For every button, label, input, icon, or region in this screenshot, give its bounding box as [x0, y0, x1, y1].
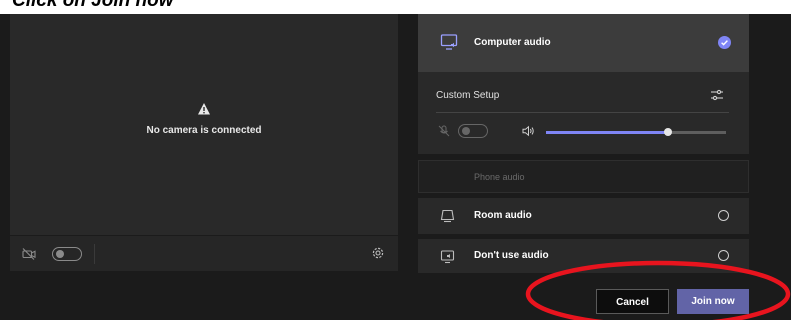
- computer-audio-label: Computer audio: [474, 37, 551, 48]
- camera-off-icon: [22, 248, 36, 260]
- speaker-icon: [522, 125, 534, 137]
- warning-icon: [198, 103, 210, 115]
- join-now-button[interactable]: Join now: [677, 289, 749, 314]
- instruction-strip: Click on Join now: [0, 0, 791, 14]
- mic-off-icon: [438, 125, 450, 137]
- room-audio-icon: [440, 209, 455, 223]
- divider: [436, 112, 729, 113]
- instruction-text: Click on Join now: [12, 0, 174, 11]
- custom-setup-label: Custom Setup: [436, 90, 500, 101]
- cancel-button[interactable]: Cancel: [596, 289, 669, 314]
- room-audio-label: Room audio: [474, 210, 532, 221]
- dont-use-audio-option[interactable]: Don't use audio: [418, 239, 749, 273]
- dont-use-audio-label: Don't use audio: [474, 250, 549, 261]
- monitor-speaker-icon: [440, 34, 458, 50]
- phone-audio-option: Phone audio: [418, 160, 749, 193]
- no-audio-icon: [440, 250, 455, 264]
- room-audio-option[interactable]: Room audio: [418, 198, 749, 234]
- camera-toggle[interactable]: [52, 247, 82, 261]
- mic-toggle[interactable]: [458, 124, 488, 138]
- room-audio-radio[interactable]: [718, 210, 729, 221]
- speaker-volume-slider[interactable]: [546, 128, 726, 136]
- video-controls-bar: [10, 236, 398, 271]
- gear-icon[interactable]: [371, 246, 385, 260]
- check-circle-icon: [718, 36, 731, 49]
- divider: [94, 244, 95, 264]
- phone-audio-label: Phone audio: [474, 172, 525, 182]
- video-preview: No camera is connected: [10, 14, 398, 235]
- volume-knob[interactable]: [664, 128, 673, 136]
- custom-setup-section: Custom Setup: [418, 72, 749, 154]
- no-camera-message: No camera is connected: [10, 102, 398, 138]
- dont-use-audio-radio[interactable]: [718, 250, 729, 261]
- no-camera-text: No camera is connected: [146, 125, 262, 136]
- sliders-icon[interactable]: [710, 88, 724, 102]
- computer-audio-option[interactable]: Computer audio: [418, 14, 749, 72]
- volume-fill: [546, 131, 669, 134]
